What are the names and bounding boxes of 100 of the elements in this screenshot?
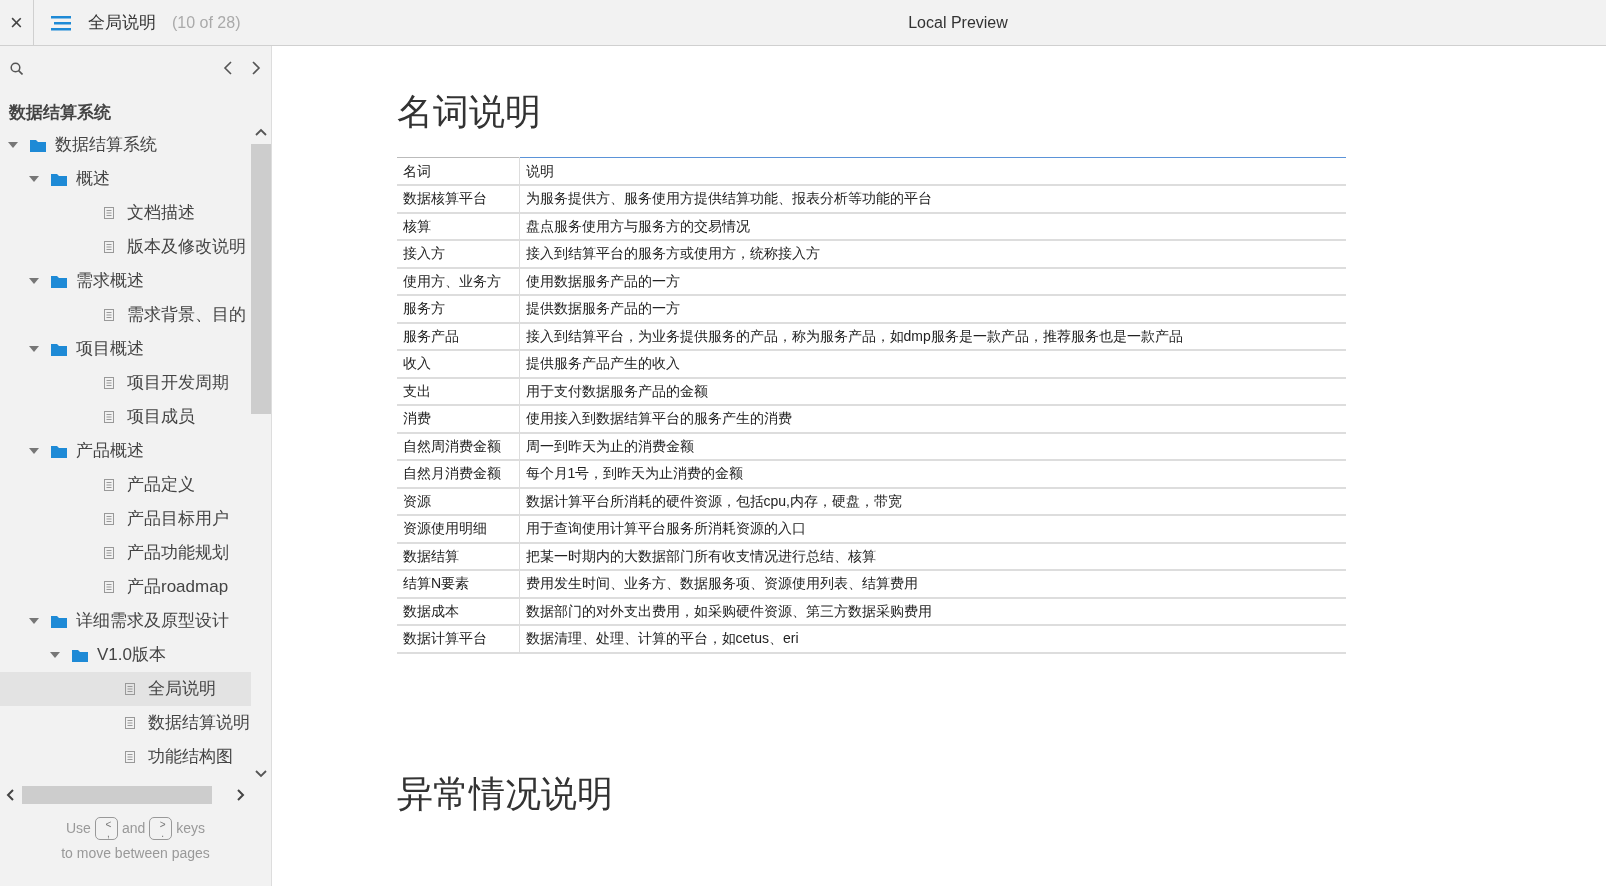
table-cell: 结算N要素 — [397, 570, 519, 598]
tree-item[interactable]: V1.0版本 — [0, 638, 251, 672]
table-cell: 数据计算平台 — [397, 625, 519, 653]
previous-page-icon[interactable] — [223, 61, 233, 75]
menu-icon[interactable] — [51, 14, 71, 31]
caret-icon[interactable] — [29, 276, 39, 286]
tree-item[interactable]: 功能结构图 — [0, 740, 251, 774]
section-heading: 名词说明 — [397, 90, 542, 134]
table-cell: 收入 — [397, 350, 519, 378]
tree-item[interactable]: 项目成员 — [0, 400, 251, 434]
table-cell: 提供服务产品产生的收入 — [519, 350, 1346, 378]
tree-item[interactable]: 项目开发周期 — [0, 366, 251, 400]
caret-icon[interactable] — [29, 344, 39, 354]
table-cell: 资源 — [397, 487, 519, 516]
table-cell: 接入方 — [397, 240, 519, 268]
scroll-down-icon[interactable] — [255, 770, 267, 778]
page-counter: (10 of 28) — [172, 12, 241, 33]
close-button[interactable]: × — [0, 0, 34, 45]
table-cell: 服务方 — [397, 295, 519, 323]
caret-icon[interactable] — [29, 616, 39, 626]
hint-text: keys — [176, 819, 206, 838]
caret-icon[interactable] — [50, 650, 60, 660]
hint-text: Use — [65, 819, 91, 838]
folder-icon — [51, 614, 67, 628]
table-cell: 消费 — [397, 405, 519, 433]
tree-item[interactable]: 概述 — [0, 162, 251, 196]
search-icon[interactable] — [10, 61, 23, 75]
page-title: 全局说明 — [88, 11, 156, 34]
tree-item[interactable]: 数据结算说明 — [0, 706, 251, 740]
table-cell: 盘点服务使用方与服务方的交易情况 — [519, 212, 1346, 241]
caret-icon[interactable] — [29, 446, 39, 456]
document-icon — [104, 411, 114, 423]
tree-item[interactable]: 需求背景、目的 — [0, 298, 251, 332]
document-icon — [125, 683, 135, 695]
tree-item[interactable]: 产品定义 — [0, 468, 251, 502]
folder-icon — [51, 172, 67, 186]
table-cell: 费用发生时间、业务方、数据服务项、资源使用列表、结算费用 — [519, 570, 1346, 598]
folder-icon — [72, 648, 88, 662]
tree-item[interactable]: 产品概述 — [0, 434, 251, 468]
tree-item[interactable]: 项目概述 — [0, 332, 251, 366]
folder-icon — [51, 342, 67, 356]
next-page-icon[interactable] — [251, 61, 261, 75]
hint-text: and — [121, 819, 146, 838]
table-cell: 每个月1号，到昨天为止消费的金额 — [519, 460, 1346, 488]
document-icon — [104, 547, 114, 559]
document-icon — [104, 241, 114, 253]
document-icon — [104, 513, 114, 525]
tree-item[interactable]: 需求概述 — [0, 264, 251, 298]
table-cell: 使用数据服务产品的一方 — [519, 267, 1346, 296]
table-cell: 使用接入到数据结算平台的服务产生的消费 — [519, 405, 1346, 433]
key-cap: > . — [149, 817, 173, 840]
tree-item[interactable]: 数据结算系统 — [0, 128, 251, 162]
document-icon — [104, 479, 114, 491]
document-icon — [104, 309, 114, 321]
scrollbar-thumb[interactable] — [22, 786, 212, 804]
scroll-up-icon[interactable] — [255, 128, 267, 136]
column-header: 说明 — [519, 157, 1346, 186]
table-cell: 使用方、业务方 — [397, 267, 519, 296]
tree-item[interactable]: 文档描述 — [0, 196, 251, 230]
scrollbar-thumb[interactable] — [251, 144, 271, 414]
table-cell: 数据结算 — [397, 542, 519, 571]
table-cell: 数据成本 — [397, 597, 519, 626]
scroll-right-icon[interactable] — [237, 789, 245, 801]
table-cell: 自然周消费金额 — [397, 432, 519, 461]
table-cell: 用于支付数据服务产品的金额 — [519, 377, 1346, 406]
tree-item[interactable]: 版本及修改说明 — [0, 230, 251, 264]
document-icon — [125, 717, 135, 729]
table-cell: 接入到结算平台，为业务提供服务的产品，称为服务产品，如dmp服务是一款产品，推荐服务也是一款产品 — [519, 322, 1346, 351]
table-cell: 自然月消费金额 — [397, 460, 519, 488]
table-cell: 核算 — [397, 212, 519, 241]
tree-item[interactable]: 产品目标用户 — [0, 502, 251, 536]
caret-icon[interactable] — [29, 174, 39, 184]
folder-icon — [51, 444, 67, 458]
tree-item[interactable]: 详细需求及原型设计 — [0, 604, 251, 638]
sidebar-title: 数据结算系统 — [8, 102, 112, 124]
key-cap: < , — [94, 817, 118, 840]
table-cell: 服务产品 — [397, 322, 519, 351]
table-cell: 支出 — [397, 377, 519, 406]
table-cell: 接入到结算平台的服务方或使用方，统称接入方 — [519, 240, 1346, 268]
folder-icon — [30, 138, 46, 152]
document-icon — [125, 751, 135, 763]
document-icon — [104, 207, 114, 219]
table-cell: 数据计算平台所消耗的硬件资源，包括cpu,内存，硬盘，带宽 — [519, 487, 1346, 516]
caret-icon[interactable] — [8, 140, 18, 150]
table-cell: 用于查询使用计算平台服务所消耗资源的入口 — [519, 515, 1346, 543]
table-cell: 数据核算平台 — [397, 185, 519, 213]
scroll-left-icon[interactable] — [6, 789, 14, 801]
tree-item[interactable]: 全局说明 — [0, 672, 251, 706]
tree-item[interactable]: 产品功能规划 — [0, 536, 251, 570]
table-cell: 把某一时期内的大数据部门所有收支情况进行总结、核算 — [519, 542, 1346, 571]
document-icon — [104, 581, 114, 593]
window-title: Local Preview — [907, 13, 1008, 31]
table-cell: 为服务提供方、服务使用方提供结算功能、报表分析等功能的平台 — [519, 185, 1346, 213]
tree-item[interactable]: 产品roadmap — [0, 570, 251, 604]
table-cell: 提供数据服务产品的一方 — [519, 295, 1346, 323]
table-cell: 资源使用明细 — [397, 515, 519, 543]
table-cell: 数据部门的对外支出费用，如采购硬件资源、第三方数据采购费用 — [519, 597, 1346, 626]
hint-text: to move between pages — [61, 845, 210, 861]
table-cell: 周一到昨天为止的消费金额 — [519, 432, 1346, 461]
folder-icon — [51, 274, 67, 288]
